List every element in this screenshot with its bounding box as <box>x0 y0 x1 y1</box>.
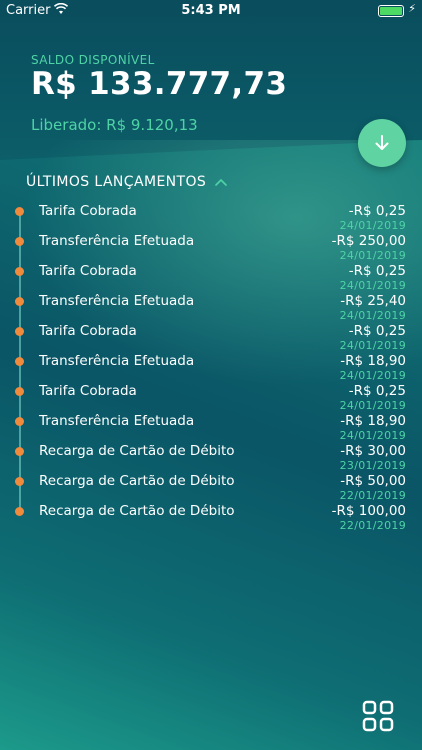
transaction-list: Tarifa Cobrada -R$ 0,25 24/01/2019 Transfer… <box>0 198 422 532</box>
section-title: ÚLTIMOS LANÇAMENTOS <box>26 174 207 190</box>
transaction-amount: -R$ 25,40 <box>340 293 406 309</box>
timeline-dot <box>15 387 24 396</box>
timeline-dot <box>15 477 24 486</box>
transaction-amount: -R$ 0,25 <box>348 203 406 219</box>
timeline-dot <box>15 267 24 276</box>
balance-label: SALDO DISPONÍVEL <box>31 53 155 67</box>
transaction-amount: -R$ 18,90 <box>340 413 406 429</box>
battery-icon <box>378 5 404 17</box>
transaction-amount: -R$ 100,00 <box>331 503 406 519</box>
transaction-description: Transferência Efetuada <box>39 293 195 309</box>
arrow-down-icon <box>375 135 389 150</box>
transaction-description: Recarga de Cartão de Débito <box>39 443 235 459</box>
transaction-row[interactable]: Transferência Efetuada -R$ 18,90 24/01/201… <box>0 348 422 382</box>
transaction-description: Tarifa Cobrada <box>39 203 137 219</box>
transaction-description: Recarga de Cartão de Débito <box>39 473 235 489</box>
timeline-dot <box>15 507 24 516</box>
transaction-row[interactable]: Transferência Efetuada -R$ 18,90 24/01/201… <box>0 408 422 442</box>
timeline-dot <box>15 417 24 426</box>
transaction-amount: -R$ 0,25 <box>348 323 406 339</box>
transaction-row[interactable]: Transferência Efetuada -R$ 250,00 24/01/20… <box>0 228 422 262</box>
transaction-description: Transferência Efetuada <box>39 233 195 249</box>
transaction-row[interactable]: Tarifa Cobrada -R$ 0,25 24/01/2019 <box>0 198 422 232</box>
transaction-description: Recarga de Cartão de Débito <box>39 503 235 519</box>
balance-value: R$ 133.777,73 <box>31 66 288 102</box>
grid-icon[interactable] <box>362 700 394 732</box>
transaction-row[interactable]: Tarifa Cobrada -R$ 0,25 24/01/2019 <box>0 258 422 292</box>
transaction-description: Transferência Efetuada <box>39 353 195 369</box>
transaction-amount: -R$ 30,00 <box>340 443 406 459</box>
transaction-description: Tarifa Cobrada <box>39 263 137 279</box>
section-header[interactable]: ÚLTIMOS LANÇAMENTOS <box>26 174 228 190</box>
transaction-amount: -R$ 250,00 <box>331 233 406 249</box>
transaction-amount: -R$ 18,90 <box>340 353 406 369</box>
transaction-description: Transferência Efetuada <box>39 413 195 429</box>
released-balance: Liberado: R$ 9.120,13 <box>31 116 198 134</box>
timeline-dot <box>15 207 24 216</box>
transaction-row[interactable]: Tarifa Cobrada -R$ 0,25 24/01/2019 <box>0 318 422 352</box>
transaction-row[interactable]: Tarifa Cobrada -R$ 0,25 24/01/2019 <box>0 378 422 412</box>
timeline-dot <box>15 327 24 336</box>
transaction-description: Tarifa Cobrada <box>39 383 137 399</box>
timeline-dot <box>15 447 24 456</box>
transaction-row[interactable]: Recarga de Cartão de Débito -R$ 30,00 23/0… <box>0 438 422 472</box>
download-button[interactable] <box>358 119 406 167</box>
charging-icon: ⚡ <box>408 2 416 15</box>
transaction-amount: -R$ 0,25 <box>348 383 406 399</box>
timeline-dot <box>15 237 24 246</box>
transaction-date: 22/01/2019 <box>339 519 406 532</box>
chevron-up-icon[interactable] <box>214 177 228 187</box>
status-bar: Carrier 5:43 PM ⚡ <box>0 0 422 22</box>
transaction-row[interactable]: Recarga de Cartão de Débito -R$ 100,00 22/… <box>0 498 422 532</box>
clock: 5:43 PM <box>181 3 241 18</box>
transaction-amount: -R$ 50,00 <box>340 473 406 489</box>
transaction-description: Tarifa Cobrada <box>39 323 137 339</box>
transaction-amount: -R$ 0,25 <box>348 263 406 279</box>
transaction-row[interactable]: Transferência Efetuada -R$ 25,40 24/01/201… <box>0 288 422 322</box>
timeline-dot <box>15 297 24 306</box>
timeline-dot <box>15 357 24 366</box>
transaction-row[interactable]: Recarga de Cartão de Débito -R$ 50,00 22/0… <box>0 468 422 502</box>
